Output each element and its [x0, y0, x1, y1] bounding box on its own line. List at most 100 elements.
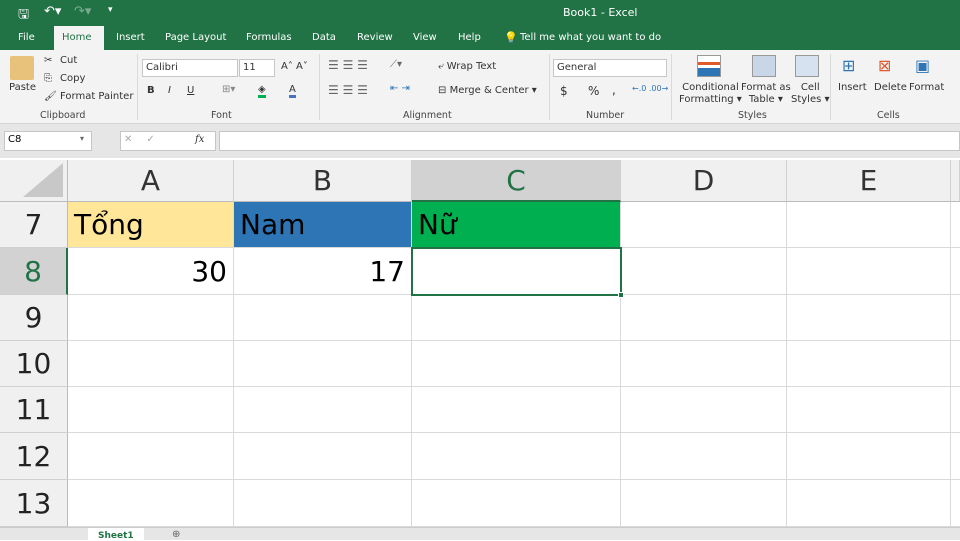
tab-review[interactable]: Review — [349, 26, 401, 50]
bold-button[interactable]: B — [147, 85, 155, 96]
borders-icon[interactable]: ⊞▾ — [222, 84, 235, 95]
name-box[interactable]: C8 — [4, 131, 92, 151]
column-header-f[interactable] — [951, 160, 960, 202]
tab-insert[interactable]: Insert — [108, 26, 153, 50]
tell-me-search[interactable]: Tell me what you want to do — [520, 32, 661, 43]
font-name-select[interactable]: Calibri — [142, 59, 238, 77]
wrap-text-button[interactable]: ⤶ Wrap Text — [438, 61, 496, 72]
decimal-icons[interactable]: ←.0 .00→ — [632, 84, 668, 93]
grid-cell[interactable] — [951, 295, 960, 341]
sheet-tab-sheet1[interactable]: Sheet1 — [88, 528, 144, 541]
grid-cell[interactable] — [621, 480, 787, 527]
grid-cell[interactable] — [787, 480, 951, 527]
vertical-align-icons[interactable]: ☰ ☰ ☰ — [328, 58, 368, 72]
grid-cell[interactable] — [68, 387, 234, 433]
fill-handle[interactable] — [618, 292, 624, 298]
grid-cell[interactable] — [951, 202, 960, 248]
row-header-13[interactable]: 13 — [0, 480, 68, 527]
grid-cell[interactable] — [621, 295, 787, 341]
currency-button[interactable]: $ — [560, 84, 568, 98]
cell-a8[interactable]: 30 — [68, 248, 234, 295]
grid-cell[interactable] — [621, 341, 787, 387]
select-all-button[interactable] — [0, 160, 68, 202]
horizontal-align-icons[interactable]: ☰ ☰ ☰ — [328, 83, 368, 97]
grid-cell[interactable] — [951, 248, 960, 295]
redo-icon[interactable]: ↷▾ — [74, 4, 91, 19]
tab-page-layout[interactable]: Page Layout — [157, 26, 234, 50]
column-header-d[interactable]: D — [621, 160, 787, 202]
grid-cell[interactable] — [68, 433, 234, 480]
format-button[interactable]: Format — [909, 82, 944, 93]
cell-styles-button[interactable]: Cell Styles ▾ — [791, 82, 830, 106]
indent-icons[interactable]: ⇤ ⇥ — [390, 83, 410, 94]
format-painter-button[interactable]: Format Painter — [60, 91, 133, 102]
grid-cell[interactable] — [621, 248, 787, 295]
cell-c7[interactable]: Nữ — [412, 202, 621, 248]
grid-cell[interactable] — [621, 202, 787, 248]
formula-input[interactable] — [219, 131, 960, 151]
save-icon[interactable]: 🖫 — [18, 5, 29, 27]
conditional-formatting-button[interactable]: Conditional Formatting ▾ — [679, 82, 742, 106]
grid-cell[interactable] — [787, 248, 951, 295]
grid-cell[interactable] — [234, 433, 412, 480]
grid-cell[interactable] — [951, 433, 960, 480]
tab-formulas[interactable]: Formulas — [238, 26, 300, 50]
percent-button[interactable]: % — [588, 84, 599, 98]
grid-cell[interactable] — [412, 295, 621, 341]
fill-color-icon[interactable]: ◈ — [258, 84, 266, 98]
italic-button[interactable]: I — [168, 85, 171, 96]
name-box-dropdown-icon[interactable]: ▾ — [80, 134, 84, 143]
new-sheet-icon[interactable]: ⊕ — [172, 529, 180, 540]
column-header-c[interactable]: C — [412, 160, 621, 202]
paste-button[interactable]: Paste — [9, 82, 36, 93]
grid-cell[interactable] — [951, 480, 960, 527]
grid-cell[interactable] — [412, 480, 621, 527]
grid-cell[interactable] — [787, 387, 951, 433]
number-format-select[interactable]: General — [553, 59, 667, 77]
grid-cell[interactable] — [234, 295, 412, 341]
tab-file[interactable]: File — [10, 26, 43, 50]
grid-cell[interactable] — [951, 341, 960, 387]
undo-icon[interactable]: ↶▾ — [44, 4, 61, 19]
format-as-table-button[interactable]: Format as Table ▾ — [741, 82, 791, 106]
column-header-e[interactable]: E — [787, 160, 951, 202]
grid-cell[interactable] — [68, 295, 234, 341]
comma-button[interactable]: , — [612, 83, 616, 97]
font-size-select[interactable]: 11 — [239, 59, 275, 77]
grid-cell[interactable] — [621, 433, 787, 480]
grid-cell[interactable] — [68, 480, 234, 527]
row-header-12[interactable]: 12 — [0, 433, 68, 480]
grid-cell[interactable] — [412, 387, 621, 433]
row-header-8[interactable]: 8 — [0, 248, 68, 295]
tab-data[interactable]: Data — [304, 26, 344, 50]
grid-cell[interactable] — [787, 202, 951, 248]
tab-home[interactable]: Home — [54, 26, 104, 50]
underline-button[interactable]: U — [187, 85, 194, 96]
cut-button[interactable]: Cut — [60, 55, 77, 66]
grid-cell[interactable] — [234, 341, 412, 387]
copy-button[interactable]: Copy — [60, 73, 85, 84]
grid-cell[interactable] — [234, 387, 412, 433]
grid-cell[interactable] — [951, 387, 960, 433]
grid-cell[interactable] — [621, 387, 787, 433]
grid-cell[interactable] — [68, 341, 234, 387]
grid-cell[interactable] — [412, 341, 621, 387]
insert-function-button[interactable]: fx — [195, 134, 204, 145]
font-color-icon[interactable]: A — [289, 84, 296, 98]
customize-qat-icon[interactable]: ▾ — [108, 5, 113, 15]
grid-cell[interactable] — [234, 480, 412, 527]
grid-cell[interactable] — [787, 433, 951, 480]
grid-cell[interactable] — [412, 433, 621, 480]
paste-icon[interactable] — [10, 56, 34, 80]
column-header-b[interactable]: B — [234, 160, 412, 202]
tab-help[interactable]: Help — [450, 26, 489, 50]
grid-cell[interactable] — [787, 341, 951, 387]
cell-b7[interactable]: Nam — [234, 202, 412, 248]
grid-cell[interactable] — [787, 295, 951, 341]
font-grow-icon[interactable]: A˄ A˅ — [281, 61, 308, 72]
column-header-a[interactable]: A — [68, 160, 234, 202]
active-cell-c8[interactable] — [411, 247, 624, 298]
merge-center-button[interactable]: ⊟ Merge & Center ▾ — [438, 85, 537, 96]
row-header-11[interactable]: 11 — [0, 387, 68, 433]
tab-view[interactable]: View — [405, 26, 445, 50]
